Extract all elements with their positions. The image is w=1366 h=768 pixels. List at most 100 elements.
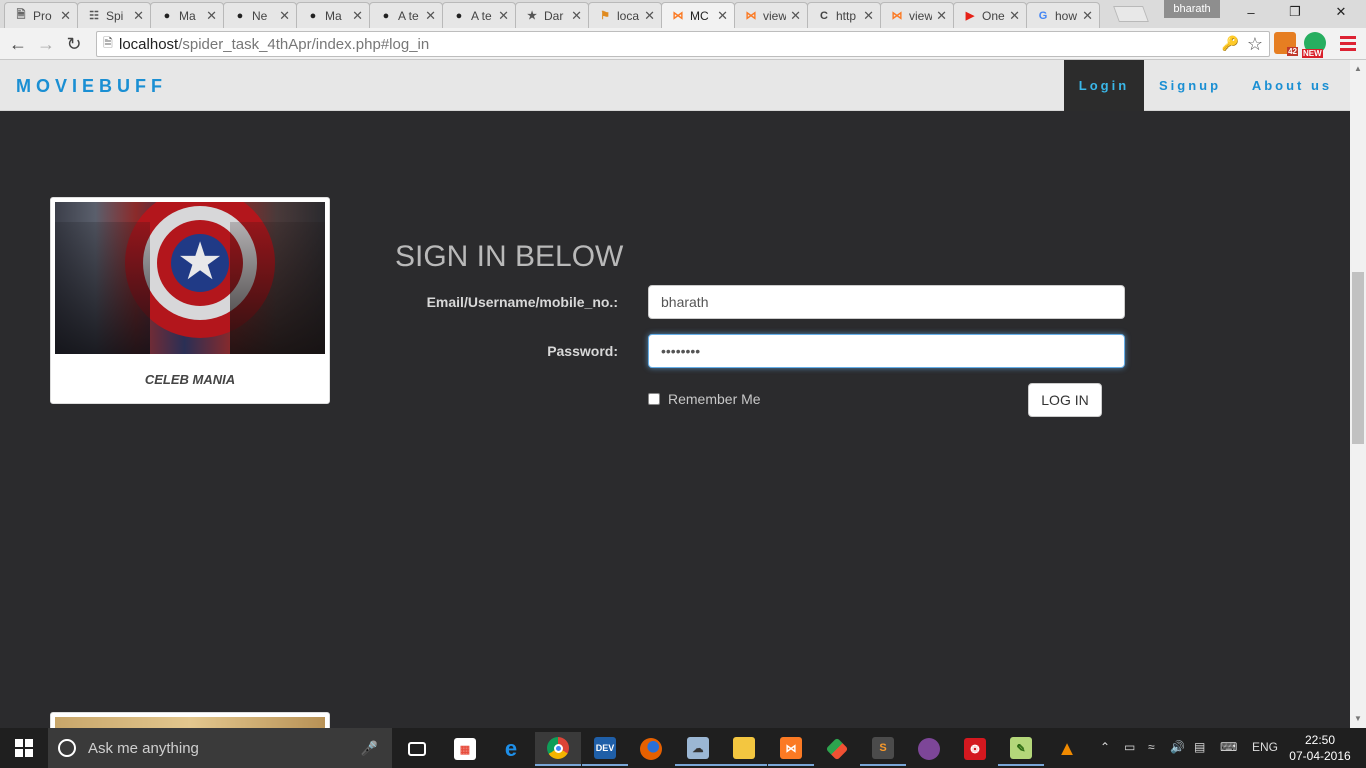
browser-tab[interactable]: ● A te ✕ — [369, 2, 443, 28]
new-tab-button[interactable] — [1113, 6, 1149, 22]
site-brand[interactable]: MOVIEBUFF — [16, 76, 167, 97]
tor-icon[interactable] — [906, 732, 952, 766]
github-icon: ● — [163, 9, 171, 22]
password-input[interactable] — [648, 334, 1125, 368]
browser-tab[interactable]: ▶ One ✕ — [953, 2, 1027, 28]
browser-tab[interactable]: ● Ma ✕ — [296, 2, 370, 28]
page-info-icon[interactable]: 🗎 — [97, 34, 119, 55]
scroll-down-icon[interactable]: ▼ — [1350, 712, 1366, 726]
celeb-mania-card[interactable]: ★ CELEB MANIA — [50, 197, 330, 404]
keyboard-icon[interactable]: ⌨ — [1220, 740, 1237, 754]
key-icon[interactable]: 🔑 — [1222, 35, 1239, 52]
close-window-icon[interactable]: ✕ — [1318, 0, 1364, 24]
git-icon[interactable] — [814, 732, 860, 766]
tab-close-icon[interactable]: ✕ — [936, 8, 947, 24]
profile-button[interactable]: bharath — [1164, 0, 1220, 18]
tab-close-icon[interactable]: ✕ — [1082, 8, 1093, 24]
browser-tab[interactable]: ⋈ view ✕ — [880, 2, 954, 28]
nav-login[interactable]: Login — [1064, 60, 1144, 111]
tab-close-icon[interactable]: ✕ — [352, 8, 363, 24]
github-icon: ● — [236, 9, 244, 22]
username-input[interactable] — [648, 285, 1125, 319]
celeb-mania-image[interactable]: ★ — [55, 202, 325, 354]
browser-tab[interactable]: Ghow ✕ — [1026, 2, 1100, 28]
login-button[interactable]: LOG IN — [1028, 383, 1102, 417]
file-explorer-icon[interactable] — [721, 732, 767, 766]
language-indicator[interactable]: ENG — [1252, 740, 1278, 754]
url-path: /spider_task_4thApr/index.php#log_in — [178, 35, 430, 53]
chrome-menu-icon[interactable] — [1340, 34, 1356, 52]
volume-icon[interactable]: 🔊 — [1170, 740, 1185, 754]
firefox-icon[interactable] — [628, 732, 674, 766]
tab-close-icon[interactable]: ✕ — [60, 8, 71, 24]
browser-tab[interactable]: ● A te ✕ — [442, 2, 516, 28]
start-button[interactable] — [0, 728, 48, 768]
document-icon: 🗎 — [16, 9, 26, 21]
scroll-up-icon[interactable]: ▲ — [1350, 62, 1366, 76]
devcpp-icon[interactable]: DEV — [582, 732, 628, 766]
browser-tab[interactable]: ⋈ MC ✕ — [661, 2, 735, 28]
show-hidden-icons-icon[interactable]: ⌃ — [1100, 740, 1110, 754]
bookmark-star-icon[interactable]: ☆ — [1247, 34, 1263, 55]
store-icon[interactable]: ▦ — [442, 732, 488, 766]
forward-icon[interactable]: → — [34, 32, 58, 56]
vlc-icon[interactable]: ▲ — [1044, 732, 1090, 766]
tab-close-icon[interactable]: ✕ — [644, 8, 655, 24]
browser-tab[interactable]: ● Ma ✕ — [150, 2, 224, 28]
browser-tab[interactable]: ★ Dar ✕ — [515, 2, 589, 28]
task-view-icon[interactable] — [394, 732, 440, 766]
reload-icon[interactable]: ↻ — [62, 32, 86, 56]
remember-me[interactable]: Remember Me — [648, 391, 761, 407]
chrome-icon[interactable] — [535, 732, 581, 766]
nav-about[interactable]: About us — [1240, 60, 1344, 111]
acrobat-icon[interactable]: ❂ — [952, 732, 998, 766]
nav-signup[interactable]: Signup — [1146, 60, 1234, 111]
grammarly-extension-icon[interactable]: NEW — [1302, 32, 1326, 58]
minimize-icon[interactable]: – — [1228, 0, 1274, 24]
notifications-icon[interactable]: ▤ — [1194, 740, 1205, 754]
second-card-image[interactable] — [55, 717, 325, 728]
back-icon[interactable]: ← — [6, 32, 30, 56]
extension-badge-count: 42 — [1287, 47, 1298, 56]
tab-close-icon[interactable]: ✕ — [206, 8, 217, 24]
tab-close-icon[interactable]: ✕ — [133, 8, 144, 24]
browser-tab[interactable]: ⋈ view ✕ — [734, 2, 808, 28]
clock[interactable]: 22:50 07-04-2016 — [1284, 732, 1356, 764]
browser-tab[interactable]: ☷ Spi ✕ — [77, 2, 151, 28]
restore-icon[interactable]: ❐ — [1272, 0, 1318, 24]
remember-me-checkbox[interactable] — [648, 393, 660, 405]
tab-close-icon[interactable]: ✕ — [790, 8, 801, 24]
tab-close-icon[interactable]: ✕ — [717, 8, 728, 24]
star-icon: ★ — [527, 10, 537, 22]
photos-icon[interactable]: ☁ — [675, 732, 721, 766]
sublime-text-icon[interactable]: S — [860, 732, 906, 766]
tab-close-icon[interactable]: ✕ — [863, 8, 874, 24]
microphone-icon[interactable]: 🎤 — [361, 740, 378, 757]
edge-icon[interactable]: e — [488, 732, 534, 766]
second-card[interactable] — [50, 712, 330, 728]
address-bar[interactable]: 🗎 localhost/spider_task_4thApr/index.php… — [96, 31, 1270, 57]
wifi-icon[interactable]: ≈ — [1148, 740, 1155, 754]
battery-icon[interactable]: ▭ — [1124, 740, 1135, 754]
tab-title: how — [1055, 8, 1078, 23]
notepadpp-icon[interactable]: ✎ — [998, 732, 1044, 766]
tab-close-icon[interactable]: ✕ — [498, 8, 509, 24]
browser-tab[interactable]: Chttp ✕ — [807, 2, 881, 28]
tab-close-icon[interactable]: ✕ — [571, 8, 582, 24]
rss-extension-icon[interactable]: 42 — [1274, 32, 1298, 56]
tab-title: Pro — [33, 8, 52, 23]
browser-tab[interactable]: 🗎 Pro ✕ — [4, 2, 78, 28]
cortana-search-box[interactable]: Ask me anything 🎤 — [48, 728, 392, 768]
tab-close-icon[interactable]: ✕ — [279, 8, 290, 24]
spider-icon: ☷ — [89, 10, 99, 22]
scroll-thumb[interactable] — [1352, 272, 1364, 444]
signin-title: SIGN IN BELOW — [395, 240, 624, 273]
page-scrollbar[interactable]: ▲ ▼ — [1350, 60, 1366, 728]
remember-me-label: Remember Me — [668, 391, 761, 407]
tab-close-icon[interactable]: ✕ — [1009, 8, 1020, 24]
xampp-icon[interactable]: ⋈ — [768, 732, 814, 766]
github-icon: ● — [309, 9, 317, 22]
tab-close-icon[interactable]: ✕ — [425, 8, 436, 24]
browser-tab[interactable]: ● Ne ✕ — [223, 2, 297, 28]
browser-tab[interactable]: ⚑ loca ✕ — [588, 2, 662, 28]
